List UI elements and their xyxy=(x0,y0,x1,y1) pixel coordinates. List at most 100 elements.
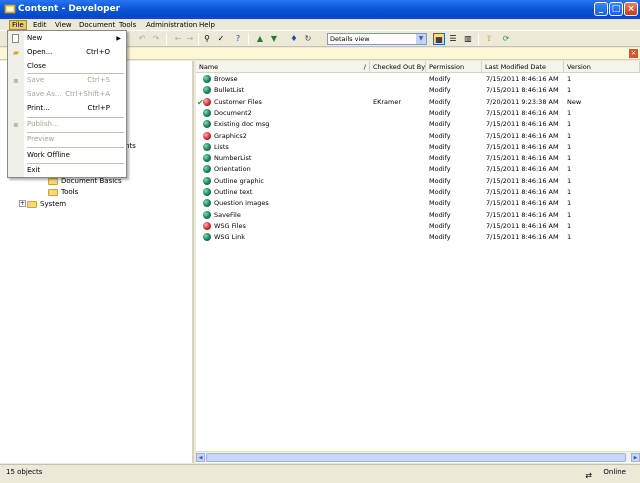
cell-permission: Modify xyxy=(429,233,451,242)
cell-version: 1 xyxy=(567,75,572,83)
cell-modified: 7/15/2011 8:46:16 AM xyxy=(486,120,559,129)
cell-checked-out-by: EKramer xyxy=(373,97,402,106)
menu-item-print[interactable]: Print... Ctrl+P xyxy=(8,103,126,114)
column-header-modified[interactable]: Last Modified Date xyxy=(482,61,564,73)
menu-item-save[interactable]: ▪ Save Ctrl+S xyxy=(8,75,126,86)
menu-help[interactable]: Help xyxy=(197,20,217,30)
cell-permission: Modify xyxy=(429,221,451,230)
split-view-icon[interactable]: ▥ xyxy=(462,33,474,45)
table-row[interactable]: WSG Link Modify 7/15/2011 8:46:16 AM 1 xyxy=(196,232,640,243)
cell-name: WSG Link xyxy=(203,232,245,243)
back-icon[interactable]: ← xyxy=(172,33,184,45)
column-header-permission[interactable]: Permission xyxy=(426,61,482,73)
expand-icon[interactable]: + xyxy=(19,200,26,207)
undo-icon[interactable]: ↶ xyxy=(136,33,148,45)
column-header-version[interactable]: Version xyxy=(564,61,640,73)
cell-permission: Modify xyxy=(429,176,451,185)
sync-icon[interactable]: ⟳ xyxy=(500,33,512,45)
horizontal-scrollbar[interactable]: ◀ ▶ xyxy=(196,451,640,462)
tree-node-system[interactable]: System xyxy=(27,199,66,209)
chevron-down-icon[interactable]: ▼ xyxy=(416,34,426,44)
document-icon xyxy=(203,154,211,163)
cell-modified: 7/15/2011 8:46:16 AM xyxy=(486,221,559,230)
cell-modified: 7/15/2011 8:46:16 AM xyxy=(486,176,559,185)
minimize-button[interactable]: _ xyxy=(594,2,608,16)
menu-tools[interactable]: Tools xyxy=(117,20,138,30)
spelling-icon[interactable]: ✓ xyxy=(215,33,227,45)
cell-permission: Modify xyxy=(429,86,451,95)
table-row[interactable]: NumberList Modify 7/15/2011 8:46:16 AM 1 xyxy=(196,153,640,164)
table-row[interactable]: Outline graphic Modify 7/15/2011 8:46:16 A… xyxy=(196,176,640,187)
cell-name: Question images xyxy=(203,198,269,209)
view-select[interactable]: Details view ▼ xyxy=(327,33,427,45)
menu-item-close[interactable]: Close xyxy=(8,61,126,72)
cell-permission: Modify xyxy=(429,97,451,106)
table-row[interactable]: Outline text Modify 7/15/2011 8:46:16 AM 1 xyxy=(196,187,640,198)
table-row[interactable]: WSG Files Modify 7/15/2011 8:46:16 AM 1 xyxy=(196,221,640,232)
menu-edit[interactable]: Edit xyxy=(31,20,49,30)
document-icon xyxy=(203,199,211,208)
table-row[interactable]: SaveFile Modify 7/15/2011 8:46:16 AM 1 xyxy=(196,210,640,221)
close-pane-icon[interactable]: × xyxy=(629,49,638,58)
maximize-button[interactable]: □ xyxy=(609,2,623,16)
scroll-thumb[interactable] xyxy=(206,453,626,462)
menu-item-save-as[interactable]: Save As... Ctrl+Shift+A xyxy=(8,89,126,100)
table-row[interactable]: Question images Modify 7/15/2011 8:46:16 A… xyxy=(196,198,640,209)
save-icon: ▪ xyxy=(13,76,19,85)
menu-item-exit[interactable]: Exit xyxy=(8,165,126,176)
document-icon xyxy=(203,210,211,219)
redo-icon[interactable]: ↷ xyxy=(150,33,162,45)
table-row[interactable]: Existing doc msg Modify 7/15/2011 8:46:16 … xyxy=(196,119,640,130)
graphic-document-icon xyxy=(203,97,211,106)
cell-modified: 7/15/2011 8:46:16 AM xyxy=(486,199,559,208)
column-header-name[interactable]: Name / xyxy=(196,61,370,73)
cell-version: 1 xyxy=(567,188,572,196)
refresh-icon[interactable]: ↻ xyxy=(302,33,314,45)
help-icon[interactable]: ? xyxy=(232,33,244,45)
tree-node-tools[interactable]: Tools xyxy=(48,187,78,197)
table-row[interactable]: Graphics2 Modify 7/15/2011 8:46:16 AM 1 xyxy=(196,131,640,142)
cell-version: 1 xyxy=(567,221,572,230)
list-view-icon[interactable]: ☰ xyxy=(447,33,459,45)
cell-version: 1 xyxy=(567,108,572,117)
cell-modified: 7/15/2011 8:46:16 AM xyxy=(486,165,559,174)
properties-icon[interactable]: ♦ xyxy=(288,33,300,45)
document-icon xyxy=(203,233,211,242)
menu-document[interactable]: Document xyxy=(77,20,117,30)
scroll-right-icon[interactable]: ▶ xyxy=(631,453,640,462)
check-in-icon[interactable]: ▲ xyxy=(254,33,266,45)
table-row[interactable]: Document2 Modify 7/15/2011 8:46:16 AM 1 xyxy=(196,108,640,119)
cell-name: BulletList xyxy=(203,85,244,96)
up-folder-icon[interactable]: ⇧ xyxy=(483,33,495,45)
table-row[interactable]: Orientation Modify 7/15/2011 8:46:16 AM 1 xyxy=(196,164,640,175)
menu-item-new[interactable]: New ▶ xyxy=(8,33,126,44)
cell-version: 1 xyxy=(567,165,572,174)
menu-item-preview[interactable]: Preview xyxy=(8,134,126,145)
find-icon[interactable]: ⚲ xyxy=(201,33,213,45)
menu-item-publish[interactable]: ▪ Publish... xyxy=(8,119,126,130)
table-row[interactable]: BulletList Modify 7/15/2011 8:46:16 AM 1 xyxy=(196,85,640,96)
details-view-icon[interactable]: ▦ xyxy=(433,33,445,45)
menu-file[interactable]: File xyxy=(9,20,27,30)
tree-node-label: System xyxy=(40,200,67,208)
menu-separator xyxy=(27,132,124,133)
forward-icon[interactable]: → xyxy=(184,33,196,45)
menu-item-work-offline[interactable]: Work Offline xyxy=(8,150,126,161)
menu-item-open[interactable]: ▰ Open... Ctrl+O xyxy=(8,47,126,58)
close-button[interactable]: × xyxy=(624,2,638,16)
folder-icon xyxy=(48,177,58,185)
toolbar-separator xyxy=(198,33,199,45)
menu-separator xyxy=(27,117,124,118)
menu-administration[interactable]: Administration xyxy=(144,20,199,30)
column-header-checked-out-by[interactable]: Checked Out By xyxy=(370,61,426,73)
table-row[interactable]: Lists Modify 7/15/2011 8:46:16 AM 1 xyxy=(196,142,640,153)
connection-status: Online xyxy=(603,468,626,476)
cell-version: 1 xyxy=(567,142,572,151)
table-row[interactable]: Browse Modify 7/15/2011 8:46:16 AM 1 xyxy=(196,74,640,85)
new-document-icon xyxy=(12,34,19,43)
menu-view[interactable]: View xyxy=(53,20,74,30)
table-row[interactable]: ✔ Customer Files EKramer Modify 7/20/2011 9:… xyxy=(196,97,640,108)
cell-version: 1 xyxy=(567,86,572,95)
check-out-icon[interactable]: ▼ xyxy=(268,33,280,45)
scroll-left-icon[interactable]: ◀ xyxy=(196,453,205,462)
